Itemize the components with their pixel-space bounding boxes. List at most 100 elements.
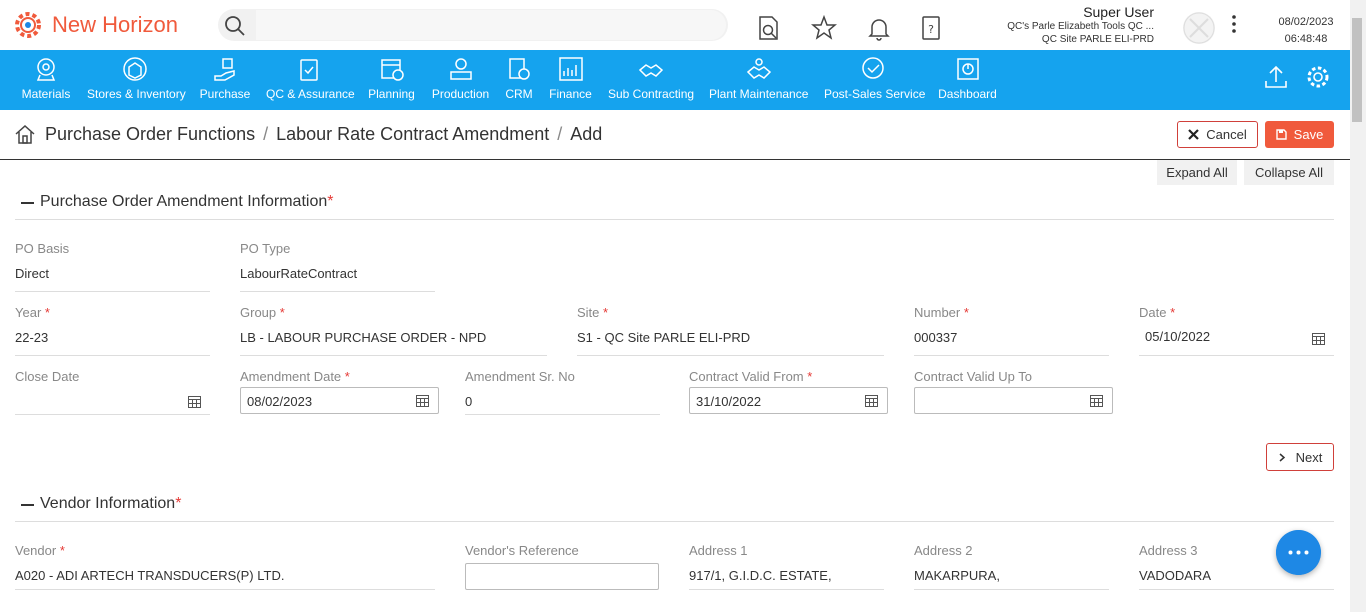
nav-materials[interactable]: Materials [20, 56, 72, 104]
user-info[interactable]: Super User QC's Parle Elizabeth Tools QC… [1007, 4, 1154, 46]
nav-label: CRM [505, 87, 533, 101]
vendor-reference-input[interactable] [465, 563, 659, 590]
breadcrumb-current: Add [570, 124, 603, 144]
expand-all-button[interactable]: Expand All [1157, 160, 1237, 185]
datetime: 08/02/2023 06:48:48 [1270, 14, 1342, 48]
nav-qc-assurance[interactable]: QC & Assurance [266, 56, 355, 104]
finance-icon [558, 57, 583, 81]
nav-planning[interactable]: Planning [368, 56, 415, 104]
field-value: Direct [15, 266, 49, 281]
search-icon[interactable] [224, 15, 246, 37]
star-icon[interactable] [811, 15, 837, 41]
amendment-date-input[interactable]: 08/02/2023 [240, 387, 439, 414]
home-icon[interactable] [14, 123, 36, 145]
nav-dashboard[interactable]: Dashboard [938, 56, 997, 104]
number-field[interactable]: Number * 000337 [914, 305, 1109, 356]
field-underline [240, 355, 547, 356]
service-icon [862, 57, 884, 79]
group-field[interactable]: Group * LB - LABOUR PURCHASE ORDER - NPD [240, 305, 547, 356]
amendment-sr-no-field: Amendment Sr. No 0 [465, 369, 660, 415]
breadcrumb-item[interactable]: Purchase Order Functions [45, 124, 255, 144]
site-field[interactable]: Site * S1 - QC Site PARLE ELI-PRD [577, 305, 884, 356]
next-button[interactable]: Next [1266, 443, 1334, 471]
calendar-icon[interactable] [865, 394, 878, 407]
nav-sub-contracting[interactable]: Sub Contracting [608, 56, 694, 104]
document-search-icon[interactable] [756, 15, 782, 41]
nav-plant-maintenance[interactable]: Plant Maintenance [709, 56, 808, 104]
chat-bubble-icon[interactable] [1276, 530, 1321, 575]
help-doc-icon[interactable]: ? [918, 15, 944, 41]
amendment-date-field[interactable]: Amendment Date * 08/02/2023 [240, 369, 439, 414]
section-title: Vendor Information* [40, 495, 182, 512]
vendor-field[interactable]: Vendor * A020 - ADI ARTECH TRANSDUCERS(P… [15, 543, 435, 590]
field-label: Address 2 [914, 543, 973, 558]
contract-valid-upto-field[interactable]: Contract Valid Up To [914, 369, 1113, 414]
nav-finance[interactable]: Finance [549, 56, 592, 104]
close-date-field[interactable]: Close Date [15, 369, 210, 415]
materials-icon [36, 58, 56, 81]
user-company: QC's Parle Elizabeth Tools QC ... [1007, 21, 1154, 32]
field-value: 08/02/2023 [247, 394, 313, 409]
contract-valid-from-input[interactable]: 31/10/2022 [689, 387, 888, 414]
field-underline [577, 355, 884, 356]
nav-purchase[interactable]: Purchase [199, 56, 251, 104]
calendar-icon[interactable] [416, 394, 429, 407]
collapse-icon[interactable] [21, 202, 34, 204]
nav-label: QC & Assurance [266, 87, 355, 101]
nav-label: Finance [549, 87, 592, 101]
more-options-icon[interactable] [1228, 14, 1240, 34]
brand-logo[interactable]: New Horizon [12, 9, 178, 41]
field-value: MAKARPURA, [914, 568, 1000, 583]
save-label: Save [1293, 127, 1324, 142]
contract-valid-from-field[interactable]: Contract Valid From * 31/10/2022 [689, 369, 888, 414]
bell-icon[interactable] [866, 15, 892, 41]
field-underline [914, 589, 1109, 590]
field-underline [465, 414, 660, 415]
next-label: Next [1295, 449, 1323, 465]
calendar-icon[interactable] [1312, 332, 1325, 345]
nav-stores-inventory[interactable]: Stores & Inventory [87, 56, 186, 104]
upload-icon[interactable] [1263, 64, 1289, 90]
vendor-section-header[interactable]: Vendor Information* [15, 492, 1334, 522]
search-input[interactable] [256, 10, 726, 40]
vendor-reference-field[interactable]: Vendor's Reference [465, 543, 659, 590]
cancel-label: Cancel [1206, 127, 1247, 142]
user-name: Super User [1083, 4, 1154, 20]
settings-gear-icon[interactable] [1305, 64, 1331, 90]
maintenance-icon [746, 58, 771, 79]
field-label: Site * [577, 305, 609, 320]
field-label: PO Basis [15, 241, 70, 256]
field-value: 31/10/2022 [696, 394, 762, 409]
module-nav: Materials Stores & Inventory Purchase QC… [0, 50, 1350, 110]
collapse-all-button[interactable]: Collapse All [1244, 160, 1334, 185]
user-site: QC Site PARLE ELI-PRD [1041, 34, 1154, 45]
nav-label: Production [431, 87, 490, 101]
field-underline [1139, 355, 1334, 356]
nav-production[interactable]: Production [431, 56, 490, 104]
date-field[interactable]: Date * 05/10/2022 [1139, 305, 1334, 356]
search-bar[interactable] [218, 9, 728, 41]
save-icon [1275, 129, 1287, 140]
breadcrumb-item[interactable]: Labour Rate Contract Amendment [276, 124, 549, 144]
cancel-button[interactable]: Cancel [1177, 121, 1258, 148]
vertical-scrollbar[interactable] [1350, 0, 1366, 612]
scrollbar-thumb[interactable] [1352, 18, 1362, 122]
breadcrumb: Purchase Order Functions / Labour Rate Con… [45, 124, 602, 145]
field-value: LB - LABOUR PURCHASE ORDER - NPD [240, 330, 487, 345]
section-title: Purchase Order Amendment Information* [40, 193, 334, 210]
breadcrumb-bar: Purchase Order Functions / Labour Rate Con… [0, 110, 1350, 160]
save-button[interactable]: Save [1265, 121, 1334, 148]
avatar[interactable] [1183, 12, 1215, 44]
contract-valid-upto-input[interactable] [914, 387, 1113, 414]
top-bar: New Horizon ? Super User QC's Parle Eliz… [0, 0, 1366, 50]
calendar-icon[interactable] [188, 395, 201, 408]
field-label: Contract Valid Up To [914, 369, 1033, 384]
calendar-icon[interactable] [1090, 394, 1103, 407]
nav-post-sales-service[interactable]: Post-Sales Service [824, 56, 925, 104]
field-value: 000337 [914, 330, 958, 345]
po-amendment-section-header[interactable]: Purchase Order Amendment Information* [15, 190, 1334, 220]
field-value: 0 [465, 394, 473, 409]
year-field[interactable]: Year * 22-23 [15, 305, 210, 356]
nav-crm[interactable]: CRM [505, 56, 533, 104]
collapse-icon[interactable] [21, 504, 34, 506]
